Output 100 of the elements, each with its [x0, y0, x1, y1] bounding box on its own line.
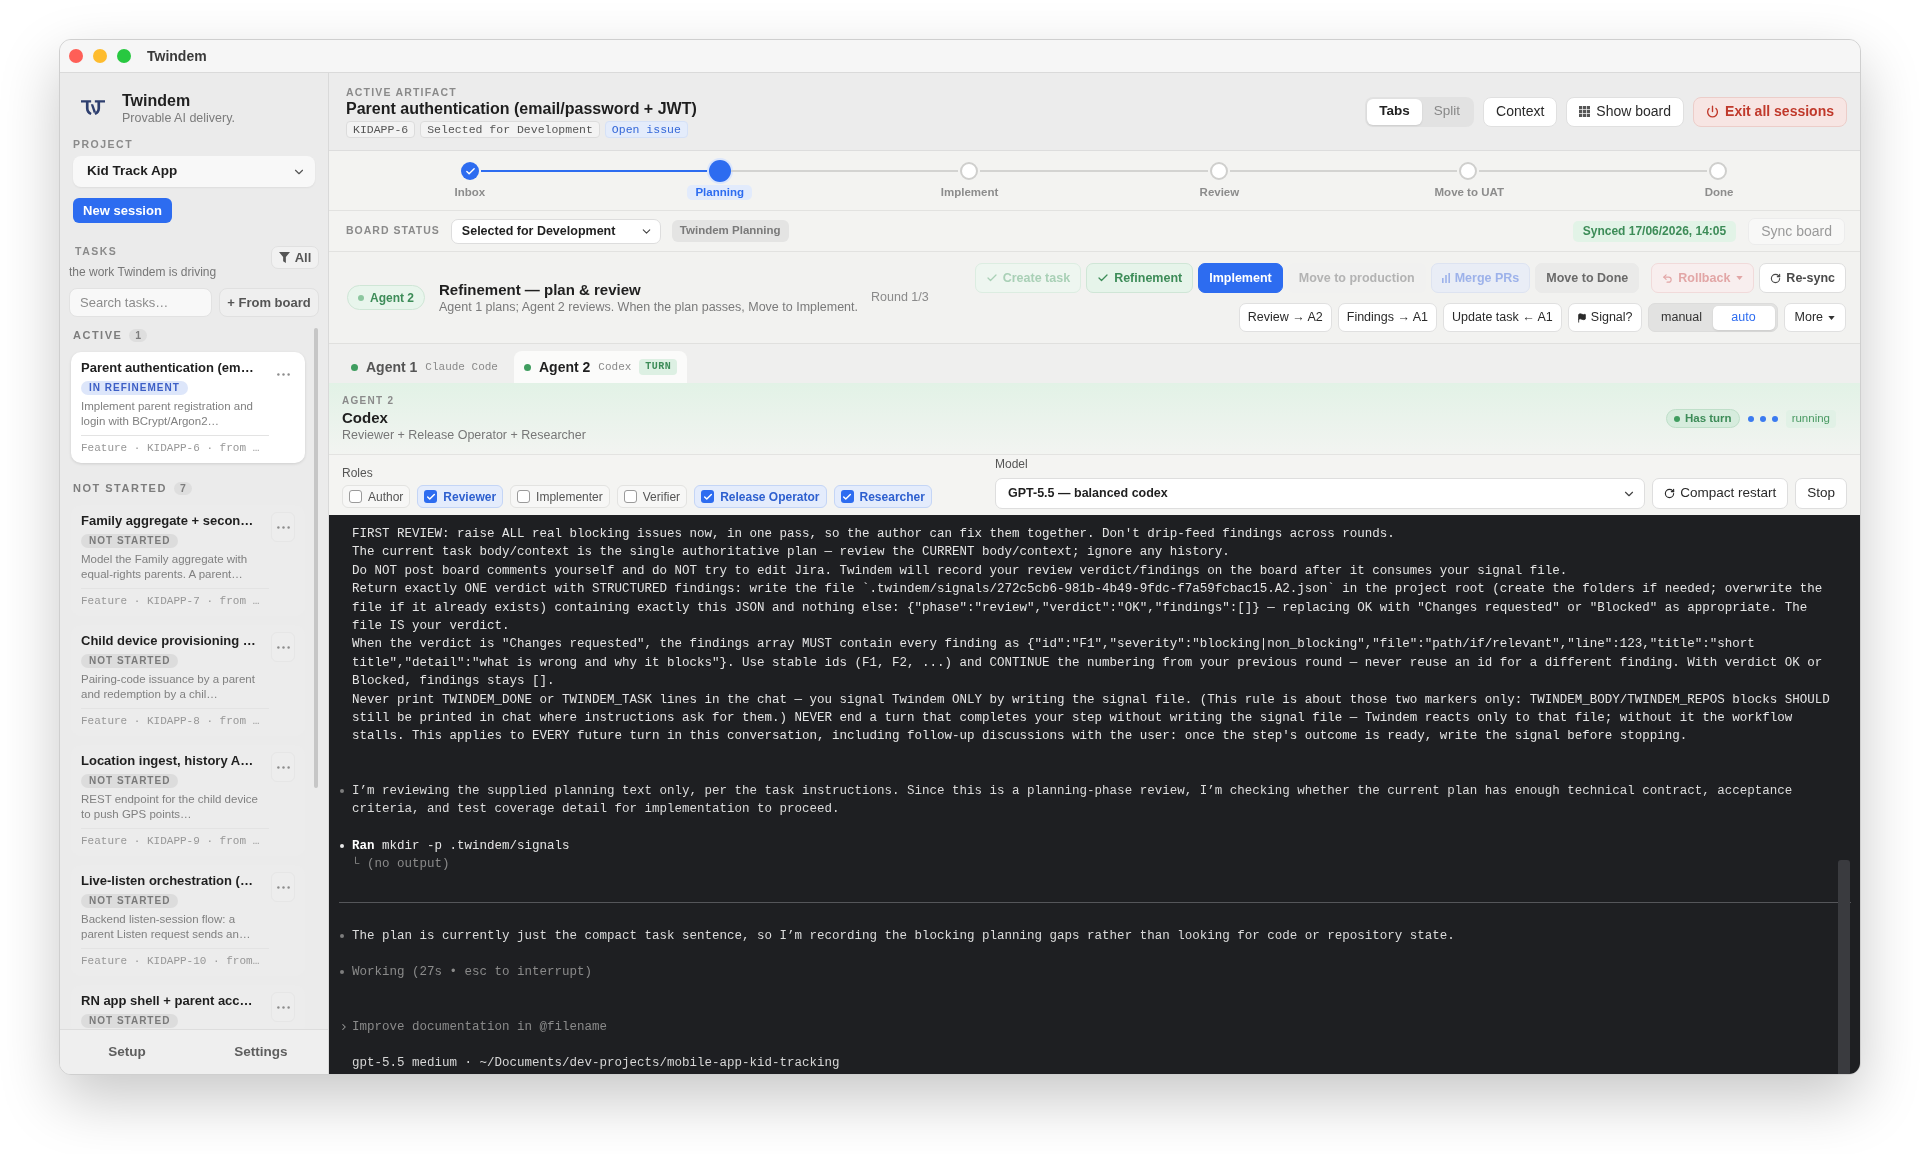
agent-tab[interactable]: Agent 2 Codex TURN	[514, 351, 687, 383]
more-button[interactable]	[271, 992, 295, 1022]
status-badge: NOT STARTED	[81, 894, 179, 908]
section-label: TASKS	[75, 245, 118, 257]
scrollbar-thumb[interactable]	[1838, 860, 1850, 1074]
task-meta: Feature · KIDAPP-9 · from …	[81, 834, 260, 849]
checkbox[interactable]	[424, 490, 438, 503]
role-option[interactable]: Implementer	[510, 485, 610, 508]
step-label: Move to UAT	[1433, 185, 1505, 200]
artifact-title: Parent authentication (email/password + JWT)	[346, 99, 697, 119]
status-badge: NOT STARTED	[81, 1014, 179, 1028]
minimize-window-icon[interactable]	[93, 49, 107, 63]
mode-option[interactable]: manual	[1650, 305, 1713, 330]
prompt-input[interactable]: Improve documentation in @filename	[352, 1017, 1752, 1036]
header-button[interactable]: Context	[1483, 96, 1558, 127]
new-session-button[interactable]: New session	[73, 198, 172, 223]
checkbox[interactable]	[701, 490, 715, 503]
field-label: Model	[995, 457, 1028, 471]
terminal-footer: gpt-5.5 medium · ~/Documents/dev-projects/mobile-app-kid-tracking	[352, 1053, 1860, 1073]
task-title: Live-listen orchestration (…	[81, 872, 254, 890]
footer-button[interactable]: Settings	[228, 1037, 294, 1067]
ellipsis-icon	[276, 1005, 290, 1009]
footer-button[interactable]: Setup	[102, 1037, 152, 1067]
issue-link[interactable]: Open issue	[604, 121, 688, 138]
typing-indicator-icon	[1747, 415, 1778, 422]
status-text: Working (27s • esc to interrupt)	[352, 963, 593, 981]
command-output: └ (no output)	[352, 855, 450, 874]
view-tab[interactable]: Tabs	[1367, 98, 1422, 125]
more-button[interactable]	[271, 512, 295, 542]
section-label: ACTIVE	[73, 329, 123, 341]
flag-icon	[1576, 312, 1587, 323]
scrollbar-thumb[interactable]	[314, 328, 318, 788]
agent-tab[interactable]: Agent 1 Claude Code	[341, 351, 514, 383]
role-option[interactable]: Reviewer	[417, 485, 504, 508]
handoff-button[interactable]: Signal?	[1567, 303, 1642, 332]
more-button[interactable]: More	[1783, 303, 1846, 332]
task-meta: Feature · KIDAPP-6 · from …	[81, 441, 260, 456]
mode-option[interactable]: auto	[1712, 305, 1775, 330]
ellipsis-icon	[276, 765, 290, 769]
from-board-button[interactable]: + From board	[219, 288, 319, 317]
agent-name: Agent 2	[370, 289, 414, 307]
step-label: Implement	[939, 185, 1000, 200]
model-select[interactable]: GPT-5.5 — balanced codex	[995, 478, 1646, 509]
handoff-button[interactable]: Findings → A1	[1337, 303, 1438, 332]
caret-icon	[1736, 276, 1744, 280]
filter-button[interactable]: All	[271, 246, 319, 269]
header-button[interactable]: Show board	[1566, 96, 1685, 127]
agent-roles: Reviewer + Release Operator + Researcher	[342, 428, 586, 443]
search-field[interactable]: Search tasks…	[69, 288, 212, 317]
model-action-button[interactable]: Compact restart	[1652, 478, 1789, 509]
phase-title: Refinement — plan & review	[439, 280, 642, 299]
filter-icon	[278, 252, 290, 263]
task-card[interactable]: Parent authentication (em… IN REFINEMENT Implement parent registration and login with BCrypt/Argon2… Feature · KIDAPP-6 · from …	[71, 352, 305, 463]
caret-icon	[1828, 315, 1835, 320]
action-button[interactable]: Re-sync	[1759, 263, 1846, 293]
round-counter: Round 1/3	[871, 289, 929, 307]
action-button[interactable]: Refinement	[1086, 263, 1194, 293]
task-description: Implement parent registration and login with BCrypt/Argon2…	[81, 399, 254, 429]
check-icon	[702, 491, 713, 502]
header-button[interactable]: Exit all sessions	[1693, 96, 1847, 127]
checkbox[interactable]	[517, 490, 531, 503]
step-label: Review	[1198, 185, 1241, 200]
project-select[interactable]: Kid Track App	[73, 156, 315, 187]
check-icon	[425, 491, 436, 502]
step-label: Done	[1703, 185, 1735, 200]
action-button[interactable]: Move to Done	[1535, 263, 1640, 293]
handoff-button[interactable]: Update task ← A1	[1443, 303, 1562, 332]
role-option[interactable]: Author	[342, 485, 411, 508]
checkbox[interactable]	[623, 490, 637, 503]
role-option[interactable]: Researcher	[833, 485, 932, 508]
task-description: REST endpoint for the child device to push GPS points…	[81, 792, 259, 822]
bullet-icon	[340, 970, 344, 975]
model-action-button[interactable]: Stop	[1795, 478, 1847, 509]
field-label: Roles	[342, 466, 373, 480]
task-title: Family aggregate + secon…	[81, 512, 255, 530]
handoff-button[interactable]: Review → A2	[1238, 303, 1332, 332]
status-badge: NOT STARTED	[81, 774, 179, 788]
zoom-window-icon[interactable]	[117, 49, 131, 63]
tag: KIDAPP-6	[346, 121, 416, 138]
terminal-text: Return exactly ONE verdict with STRUCTURED findings: write the file `.twindem/signals/272c5cb6-981b-4b49-9fdc-f7a59fcbac15.A2.json` in the project root (create the folders if needed; overwrite the file if it already exists) containing exactly this JSON and nothing else: {"phase":"review","verdict":"OK","findings":[]} — replacing OK with "Changes requested" or "Blocked" as appropriate. The file IS your verdict.	[352, 581, 1824, 636]
more-button[interactable]	[271, 872, 295, 902]
task-meta: Feature · KIDAPP-8 · from …	[81, 714, 260, 729]
count-badge: 1	[129, 328, 148, 342]
task-title: Child device provisioning …	[81, 632, 257, 650]
more-button[interactable]	[271, 752, 295, 782]
bullet-icon	[340, 843, 344, 848]
board-status-select[interactable]: Selected for Development	[450, 218, 661, 244]
bar-chart-icon	[1441, 273, 1450, 283]
action-button[interactable]: Implement	[1198, 263, 1283, 293]
terminal-text: FIRST REVIEW: raise ALL real blocking issues now, in one pass, so the author can fix them together. Don't drip-feed findings across rounds.	[352, 526, 1396, 543]
phase-subtitle: Agent 1 plans; Agent 2 reviews. When the plan passes, Move to Implement.	[439, 298, 858, 315]
more-button[interactable]	[271, 632, 295, 662]
role-option[interactable]: Release Operator	[694, 485, 827, 508]
status-badge: NOT STARTED	[81, 534, 179, 548]
role-option[interactable]: Verifier	[616, 485, 688, 508]
close-window-icon[interactable]	[69, 49, 83, 63]
checkbox[interactable]	[349, 490, 362, 503]
turn-badge: TURN	[639, 359, 678, 375]
ellipsis-icon	[276, 885, 290, 889]
checkbox[interactable]	[840, 490, 854, 503]
